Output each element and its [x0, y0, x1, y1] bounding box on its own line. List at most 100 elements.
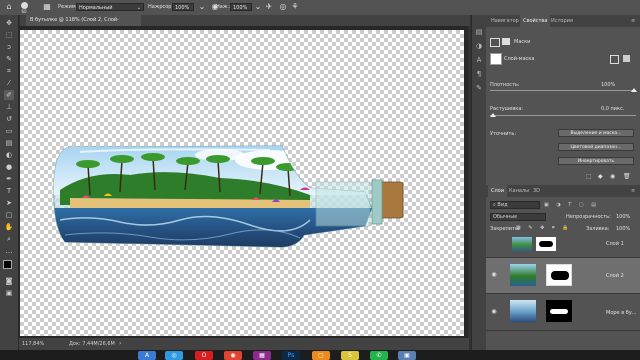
- layer-filter-icons[interactable]: ▣ ◑ T ▢ ▤: [544, 201, 634, 209]
- photoshop-app-icon[interactable]: Ps: [282, 351, 300, 360]
- airbrush-icon[interactable]: ✈: [264, 2, 274, 12]
- crop-tool-icon[interactable]: ⌗: [4, 66, 14, 76]
- brush-settings-panel-icon[interactable]: ✎: [474, 83, 484, 93]
- history-brush-tool-icon[interactable]: ↺: [4, 114, 14, 124]
- feather-slider[interactable]: [490, 115, 636, 116]
- finder-app-icon[interactable]: A: [138, 351, 156, 360]
- color-range-button[interactable]: Цветовой диапазон...: [558, 143, 634, 151]
- adjustments-panel-icon[interactable]: ◑: [474, 41, 484, 51]
- apply-mask-icon[interactable]: ◆: [598, 173, 606, 181]
- document-tab[interactable]: В бутылке @ 118% (Слой 2, Слой-маска/8): [26, 15, 141, 34]
- blend-mode-select[interactable]: Обычные: [490, 213, 546, 221]
- quick-select-tool-icon[interactable]: ✎: [4, 54, 14, 64]
- disable-mask-icon[interactable]: ◉: [610, 173, 618, 181]
- screen-mode-icon[interactable]: ▣: [4, 288, 14, 298]
- brush-size-picker[interactable]: 60: [18, 2, 30, 14]
- color-swatches[interactable]: [3, 260, 16, 273]
- pixel-mask-icon[interactable]: [490, 38, 500, 47]
- load-selection-icon[interactable]: ⬚: [586, 173, 594, 181]
- feather-slider-handle[interactable]: [490, 113, 496, 117]
- opacity-value[interactable]: 100%: [616, 214, 630, 220]
- select-pixel-mask-icon[interactable]: [610, 55, 619, 64]
- zoom-value[interactable]: 117,84%: [22, 341, 44, 347]
- safari-app-icon[interactable]: ◎: [165, 351, 183, 360]
- density-slider-handle[interactable]: [631, 88, 637, 92]
- panel-menu-icon[interactable]: ≡: [628, 185, 638, 197]
- layer-filter-select[interactable]: ⌕ Вид: [490, 201, 540, 209]
- mask-type-label: Слой-маска: [504, 56, 535, 62]
- foreground-color[interactable]: [3, 260, 12, 269]
- app-icon[interactable]: 5: [341, 351, 359, 360]
- pressure-input[interactable]: 100%: [172, 3, 194, 11]
- hand-tool-icon[interactable]: ✋: [4, 222, 14, 232]
- opera-app-icon[interactable]: O: [195, 351, 213, 360]
- layer-name[interactable]: Слой 1: [606, 241, 624, 247]
- add-vector-mask-icon[interactable]: [623, 55, 630, 62]
- layer-thumbnail: [512, 237, 532, 251]
- tab-properties[interactable]: Свойства: [520, 15, 551, 27]
- select-and-mask-button[interactable]: Выделение и маска...: [558, 129, 634, 137]
- app-icon[interactable]: ▣: [398, 351, 416, 360]
- lock-icons[interactable]: ▦ ✎ ✥ ⌗ 🔒: [516, 225, 572, 231]
- chevron-down-icon[interactable]: ⌄: [253, 2, 263, 12]
- stamp-tool-icon[interactable]: ⊥: [4, 102, 14, 112]
- pen-tool-icon[interactable]: ✒: [4, 174, 14, 184]
- blur-tool-icon[interactable]: ◐: [4, 150, 14, 160]
- opacity-label: Непрозрачность:: [566, 214, 611, 220]
- mode-select[interactable]: Нормальный ⌄: [76, 3, 144, 11]
- brush-tool-icon[interactable]: ✐: [4, 90, 14, 100]
- mode-label: Режим:: [58, 4, 78, 10]
- density-value[interactable]: 100%: [601, 82, 615, 88]
- tab-history[interactable]: История: [548, 15, 576, 27]
- document-canvas[interactable]: [20, 30, 464, 336]
- chrome-app-icon[interactable]: ◉: [224, 351, 242, 360]
- tab-navigator[interactable]: Навигатор: [488, 15, 522, 27]
- dodge-tool-icon[interactable]: ●: [4, 162, 14, 172]
- fill-value[interactable]: 100%: [616, 226, 630, 232]
- eye-icon[interactable]: ◉: [490, 308, 498, 316]
- paragraph-panel-icon[interactable]: ¶: [474, 69, 484, 79]
- zoom-tool-icon[interactable]: ⌕: [4, 234, 14, 244]
- invert-button[interactable]: Инвертировать: [558, 157, 634, 165]
- move-tool-icon[interactable]: ✥: [4, 18, 14, 28]
- path-select-tool-icon[interactable]: ➤: [4, 198, 14, 208]
- flow-input[interactable]: 100%: [230, 3, 252, 11]
- layer-name[interactable]: Слой 2: [606, 273, 624, 279]
- app-icon[interactable]: ▦: [253, 351, 271, 360]
- gradient-tool-icon[interactable]: ▤: [4, 138, 14, 148]
- panel-menu-icon[interactable]: ≡: [628, 15, 638, 27]
- app-icon[interactable]: ▢: [312, 351, 330, 360]
- layer-name[interactable]: Море в бу...: [606, 310, 637, 316]
- eyedropper-tool-icon[interactable]: ⁄: [4, 78, 14, 88]
- pressure-size-icon[interactable]: ◎: [278, 2, 288, 12]
- symmetry-icon[interactable]: ⚘: [290, 2, 300, 12]
- quick-mask-icon[interactable]: ◙: [4, 276, 14, 286]
- whatsapp-app-icon[interactable]: ✆: [370, 351, 388, 360]
- vector-mask-icon[interactable]: [502, 38, 510, 45]
- tab-layers[interactable]: Слои: [488, 185, 507, 197]
- chevron-down-icon[interactable]: ⌄: [197, 2, 207, 12]
- layer-row-selected[interactable]: ◉ Слой 2: [486, 258, 640, 294]
- brush-tip-icon: [20, 2, 28, 9]
- lasso-tool-icon[interactable]: ↄ: [4, 42, 14, 52]
- more-tools-icon[interactable]: …: [4, 246, 14, 256]
- history-panel-icon[interactable]: ▤: [474, 27, 484, 37]
- delete-mask-icon[interactable]: 🗑: [623, 173, 631, 181]
- layer-row[interactable]: ◉ Море в бу...: [486, 294, 640, 331]
- type-tool-icon[interactable]: T: [4, 186, 14, 196]
- chevron-right-icon[interactable]: ›: [119, 340, 121, 347]
- tab-3d[interactable]: 3D: [530, 185, 543, 197]
- feather-value[interactable]: 0,0 пикс.: [601, 106, 624, 112]
- brush-settings-icon[interactable]: ▦: [42, 2, 52, 12]
- character-panel-icon[interactable]: A: [474, 55, 484, 65]
- brush-tool-preset-icon[interactable]: ⌂: [4, 2, 14, 12]
- density-slider[interactable]: [490, 90, 636, 91]
- eraser-tool-icon[interactable]: ▭: [4, 126, 14, 136]
- shape-tool-icon[interactable]: ▢: [4, 210, 14, 220]
- tab-channels[interactable]: Каналы: [506, 185, 532, 197]
- layer-row[interactable]: Слой 1: [486, 233, 640, 258]
- marquee-tool-icon[interactable]: ⬚: [4, 30, 14, 40]
- layer-mask-thumbnail: [536, 237, 556, 251]
- eye-icon[interactable]: ◉: [490, 271, 498, 279]
- document-info[interactable]: Док: 7,44M/26,6M: [69, 341, 115, 347]
